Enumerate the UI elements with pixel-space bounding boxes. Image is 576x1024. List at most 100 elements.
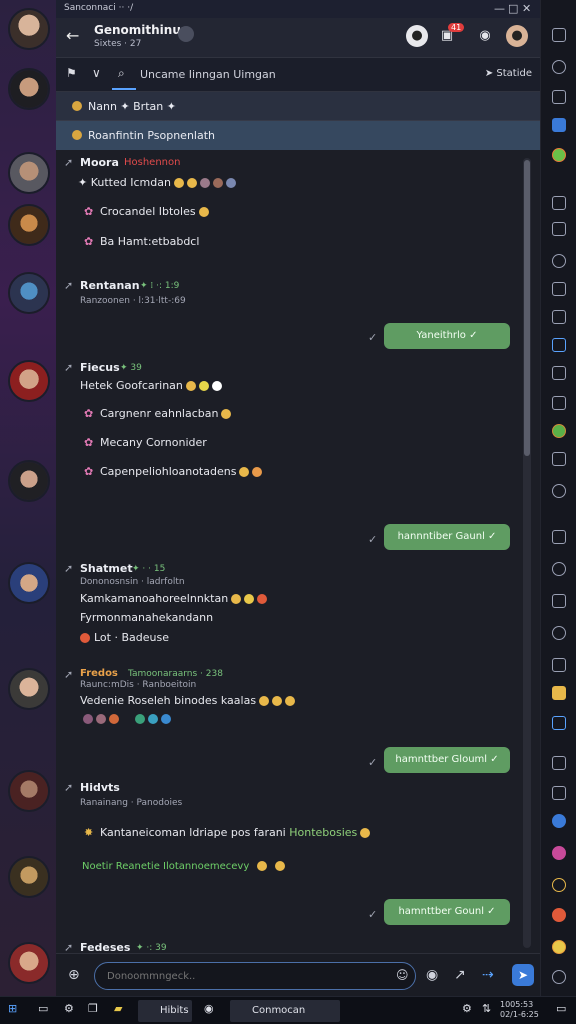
app-icon[interactable]: ◉: [204, 1002, 214, 1015]
side-dock: [540, 0, 576, 996]
pin-icon[interactable]: [552, 90, 566, 104]
settings-icon[interactable]: [552, 282, 566, 296]
sender-name[interactable]: Fredos: [80, 668, 118, 679]
clock[interactable]: 1005:53 02/1-6:25: [500, 1000, 539, 1020]
contact-avatar[interactable]: [8, 562, 50, 604]
app-icon[interactable]: [552, 424, 566, 438]
taskview-icon[interactable]: ▭: [38, 1002, 48, 1015]
app-icon[interactable]: [552, 686, 566, 700]
contact-avatar[interactable]: [8, 152, 50, 194]
taskbar-item[interactable]: Conmocan: [230, 1000, 340, 1022]
pinned-message[interactable]: Roanfintin Psopnenlath: [56, 121, 540, 150]
contact-avatar[interactable]: [8, 272, 50, 314]
contact-avatar[interactable]: [8, 68, 50, 110]
mail-icon[interactable]: [552, 530, 566, 544]
camera-icon[interactable]: [552, 786, 566, 800]
info-icon[interactable]: ◉: [474, 25, 496, 47]
contact-avatar[interactable]: [8, 460, 50, 502]
app-icon[interactable]: [552, 940, 566, 954]
search-icon[interactable]: ⌕: [118, 66, 125, 81]
minimize-button[interactable]: —: [494, 2, 505, 15]
attach-icon[interactable]: ⊕: [68, 967, 80, 983]
copy-icon[interactable]: ❐: [88, 1002, 98, 1015]
record-icon[interactable]: ◉: [426, 967, 438, 983]
app-icon[interactable]: [552, 814, 566, 828]
network-icon[interactable]: ⇅: [482, 1002, 491, 1015]
reply-icon[interactable]: ➚: [64, 279, 73, 292]
phone-icon[interactable]: [552, 626, 566, 640]
user-avatar[interactable]: ●: [506, 25, 528, 47]
message-text: Lot · Badeuse: [80, 631, 169, 644]
globe-icon[interactable]: [552, 254, 566, 268]
folder-icon[interactable]: ▰: [114, 1002, 122, 1015]
share-icon[interactable]: ↗: [454, 967, 466, 983]
app-icon[interactable]: [552, 878, 566, 892]
status-filter[interactable]: ➤ Statide: [485, 68, 532, 79]
contact-avatar[interactable]: [8, 668, 50, 710]
user-icon[interactable]: [552, 484, 566, 498]
sender-name[interactable]: Fiecus: [80, 361, 120, 374]
image-icon[interactable]: [552, 310, 566, 324]
contact-avatar[interactable]: [8, 204, 50, 246]
folder-icon[interactable]: [552, 196, 566, 210]
chart-icon[interactable]: [552, 452, 566, 466]
reply-icon[interactable]: ➚: [64, 562, 73, 575]
outgoing-bubble[interactable]: hamnttber Glouml ✓: [384, 747, 510, 773]
outgoing-bubble[interactable]: hannntiber Gaunl ✓: [384, 524, 510, 550]
arrow-left-icon[interactable]: ←: [66, 26, 79, 45]
app-icon[interactable]: [552, 846, 566, 860]
contact-avatar[interactable]: [8, 360, 50, 402]
chevron-down-icon[interactable]: ∨: [92, 66, 101, 80]
lock-icon[interactable]: [552, 562, 566, 576]
profile-avatar[interactable]: ●: [406, 25, 428, 47]
calendar-icon[interactable]: [552, 366, 566, 380]
outgoing-bubble[interactable]: hamnttber Gounl ✓: [384, 899, 510, 925]
app-icon[interactable]: [552, 970, 566, 984]
grid-icon[interactable]: [552, 28, 566, 42]
scrollbar-thumb[interactable]: [524, 160, 530, 456]
app-icon[interactable]: [552, 148, 566, 162]
check-icon: ✓: [368, 331, 378, 344]
start-icon[interactable]: ⊞: [8, 1002, 17, 1015]
sender-name[interactable]: Rentanan: [80, 279, 140, 292]
contact-avatar[interactable]: [8, 8, 50, 50]
reply-icon[interactable]: ➚: [64, 668, 73, 681]
settings-icon[interactable]: ⚙: [64, 1002, 74, 1015]
clock-icon[interactable]: [552, 60, 566, 74]
message-input[interactable]: [94, 962, 416, 990]
message-composer: ⊕ ☺ ◉ ↗ ⇢ ➤: [56, 953, 540, 996]
sender-name[interactable]: Shatmet: [80, 562, 133, 575]
sender-name[interactable]: Moora: [80, 156, 119, 169]
forward-icon[interactable]: ⇢: [482, 967, 494, 983]
send-button[interactable]: ➤: [512, 964, 534, 986]
reply-icon[interactable]: ➚: [64, 781, 73, 794]
flag-icon[interactable]: ⚑: [66, 66, 77, 80]
pinned-message[interactable]: Nann ✦ Brtan ✦: [56, 92, 540, 121]
reply-icon[interactable]: ➚: [64, 156, 73, 169]
contact-avatar[interactable]: [8, 770, 50, 812]
search-input[interactable]: Uncame Iinngan Uimgan: [140, 68, 276, 81]
reaction-row[interactable]: [80, 712, 171, 725]
message-text-content: Vedenie Roseleh binodes kaalas: [80, 694, 257, 707]
taskbar-item[interactable]: Hibits: [138, 1000, 192, 1022]
layers-icon[interactable]: [552, 396, 566, 410]
reply-icon[interactable]: ➚: [64, 361, 73, 374]
list-icon[interactable]: [552, 658, 566, 672]
download-icon[interactable]: [552, 222, 566, 236]
note-icon[interactable]: [552, 594, 566, 608]
sender-name[interactable]: Hidvts: [80, 781, 120, 794]
contact-avatar[interactable]: [8, 942, 50, 984]
gear-icon[interactable]: ⚙: [462, 1002, 472, 1015]
contact-avatar[interactable]: [8, 856, 50, 898]
notifications-icon[interactable]: ▭: [556, 1002, 566, 1015]
maximize-button[interactable]: □: [508, 2, 518, 15]
close-button[interactable]: ✕: [522, 2, 531, 15]
notification-badge: 41: [448, 23, 465, 32]
emoji-icon[interactable]: ☺: [396, 968, 409, 982]
outgoing-bubble[interactable]: Yaneithrlo ✓: [384, 323, 510, 349]
bookmark-icon[interactable]: [552, 338, 566, 352]
document-icon[interactable]: [552, 716, 566, 730]
cloud-icon[interactable]: [552, 756, 566, 770]
app-icon[interactable]: [552, 118, 566, 132]
app-icon[interactable]: [552, 908, 566, 922]
